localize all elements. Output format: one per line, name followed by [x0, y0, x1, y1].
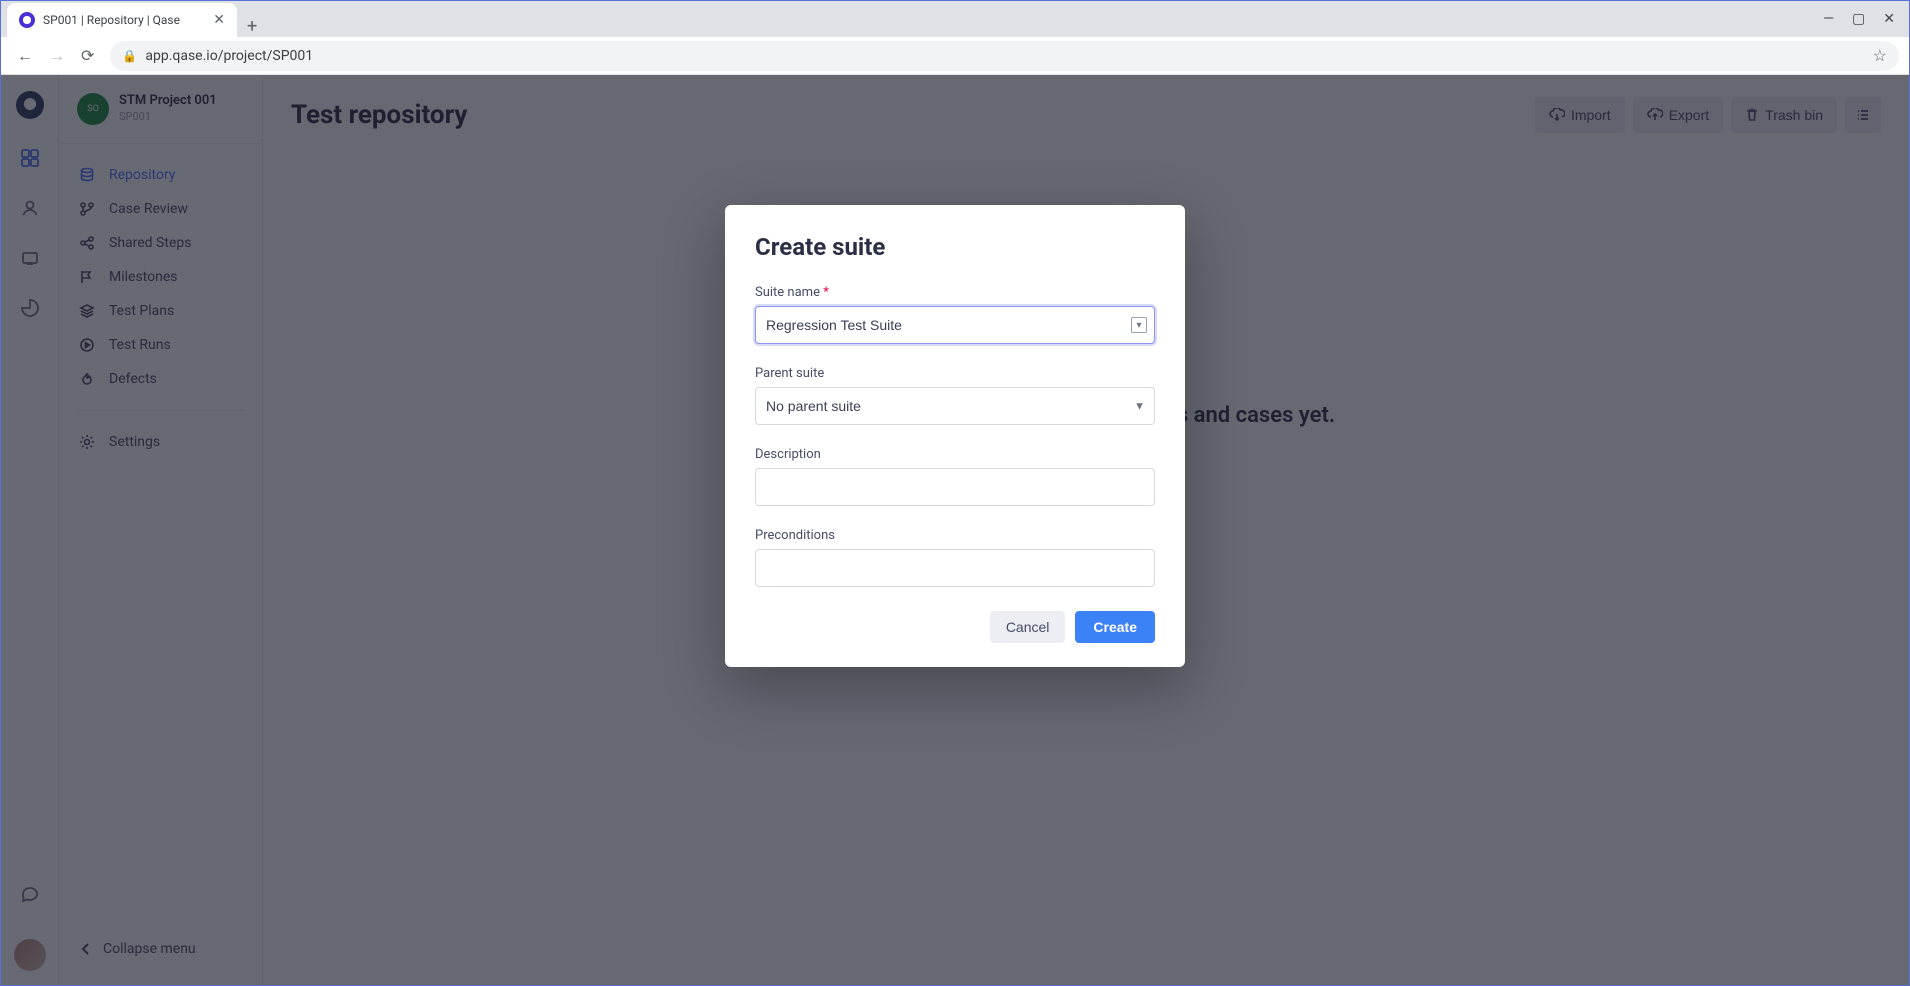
cancel-button[interactable]: Cancel — [990, 611, 1066, 643]
new-tab-button[interactable]: + — [237, 16, 267, 37]
preconditions-input[interactable] — [755, 549, 1155, 587]
url-field[interactable]: 🔒 app.qase.io/project/SP001 ☆ — [110, 41, 1899, 71]
modal-overlay[interactable]: Create suite Suite name * ▾ Parent suite… — [1, 75, 1909, 985]
back-icon[interactable]: ← — [17, 46, 33, 66]
description-input[interactable] — [755, 468, 1155, 506]
parent-suite-label: Parent suite — [755, 366, 1155, 381]
bookmark-star-icon[interactable]: ☆ — [1873, 46, 1887, 65]
qase-favicon — [19, 12, 35, 28]
browser-tab[interactable]: SP001 | Repository | Qase ✕ — [7, 3, 237, 37]
browser-address-bar: ← → ⟳ 🔒 app.qase.io/project/SP001 ☆ — [1, 37, 1909, 75]
suite-name-input[interactable] — [755, 306, 1155, 344]
description-label: Description — [755, 447, 1155, 462]
window-close-icon[interactable]: ✕ — [1883, 11, 1895, 27]
tab-close-icon[interactable]: ✕ — [213, 12, 225, 28]
tab-title: SP001 | Repository | Qase — [43, 13, 205, 27]
create-suite-modal: Create suite Suite name * ▾ Parent suite… — [725, 205, 1185, 667]
reload-icon[interactable]: ⟳ — [81, 46, 94, 66]
create-button[interactable]: Create — [1075, 611, 1155, 643]
forward-icon: → — [49, 46, 65, 66]
suite-name-label: Suite name * — [755, 285, 1155, 300]
input-suggest-icon[interactable]: ▾ — [1131, 317, 1147, 333]
parent-suite-select[interactable] — [755, 387, 1155, 425]
window-maximize-icon[interactable]: ▢ — [1852, 11, 1865, 27]
window-minimize-icon[interactable]: — — [1823, 11, 1834, 27]
window-controls: — ▢ ✕ — [1823, 1, 1909, 37]
browser-tab-strip: SP001 | Repository | Qase ✕ + — ▢ ✕ — [1, 1, 1909, 37]
preconditions-label: Preconditions — [755, 528, 1155, 543]
url-text: app.qase.io/project/SP001 — [145, 48, 313, 64]
modal-title: Create suite — [755, 233, 1155, 261]
lock-icon: 🔒 — [122, 49, 137, 63]
